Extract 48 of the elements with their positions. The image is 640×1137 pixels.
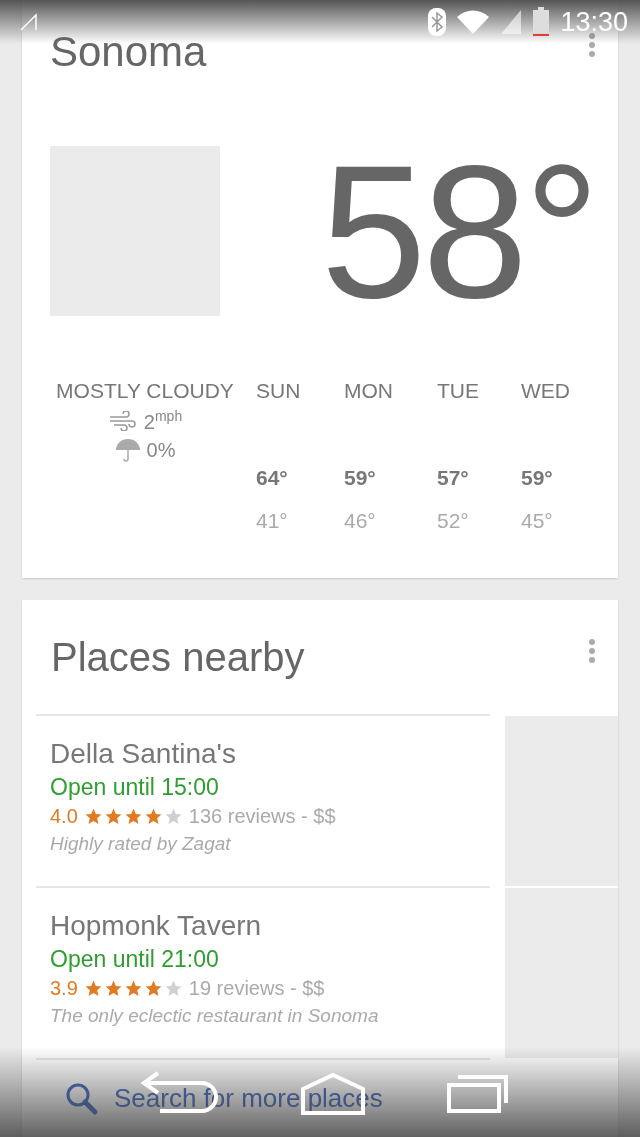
clock-time: 13:30: [560, 6, 628, 38]
star-icon: [103, 806, 123, 826]
high-temperature: 57°: [437, 465, 470, 491]
forecast-day: TUE: [437, 378, 521, 404]
high-temperature: 59°: [521, 465, 554, 491]
wifi-icon: [456, 9, 491, 35]
star-icon: [163, 806, 183, 826]
low-temperature: 45°: [521, 508, 554, 534]
current-temperature: 58°: [320, 146, 596, 316]
place-note: The only eclectic restaurant in Sonoma: [50, 1004, 379, 1028]
place-name: Hopmonk Tavern: [50, 909, 262, 943]
star-icon: [143, 806, 163, 826]
review-count: 19 reviews - $$: [188, 976, 325, 1001]
place-item[interactable]: Della Santina's Open until 15:00 4.0 136 reviews - $$ Highly rated by Zagat: [36, 714, 490, 886]
star-icon: [163, 978, 183, 998]
weather-condition: MOSTLY CLOUDY: [56, 378, 234, 404]
place-name: Della Santina's: [50, 737, 236, 771]
wind-icon: [107, 410, 138, 431]
wind-speed: 2$^{mph}$: [143, 408, 183, 434]
overflow-menu-icon[interactable]: [588, 638, 596, 664]
high-temperature: 64°: [256, 465, 289, 491]
star-icon: [83, 978, 103, 998]
rating-value: 3.9: [50, 976, 78, 1001]
battery-icon: [532, 7, 551, 37]
rating-value: 4.0: [50, 804, 78, 829]
high-temperature: 59°: [344, 465, 377, 491]
location-title: Sonoma: [50, 28, 207, 76]
low-temperature: 46°: [344, 508, 377, 534]
star-icon: [83, 806, 103, 826]
star-icon: [123, 978, 143, 998]
star-icon: [103, 978, 123, 998]
forecast-day: MON: [344, 378, 437, 404]
forecast-day: WED: [521, 378, 601, 404]
low-temperature: 41°: [256, 508, 289, 534]
overflow-menu-icon[interactable]: [588, 32, 596, 58]
star-icon: [143, 978, 163, 998]
places-title: Places nearby: [51, 634, 305, 680]
forecast-day: SUN: [256, 378, 344, 404]
precipitation-chance: 0%: [146, 439, 176, 463]
star-icon: [123, 806, 143, 826]
opening-hours: Open until 15:00: [50, 773, 219, 802]
place-note: Highly rated by Zagat: [50, 832, 231, 856]
low-temperature: 52°: [437, 508, 470, 534]
opening-hours: Open until 21:00: [50, 945, 219, 974]
place-item[interactable]: Hopmonk Tavern Open until 21:00 3.9 19 reviews - $$ The only eclectic restaurant in Sonoma: [36, 886, 490, 1058]
umbrella-icon: [114, 437, 141, 464]
review-count: 136 reviews - $$: [188, 804, 336, 829]
signal-icon: [500, 9, 523, 35]
